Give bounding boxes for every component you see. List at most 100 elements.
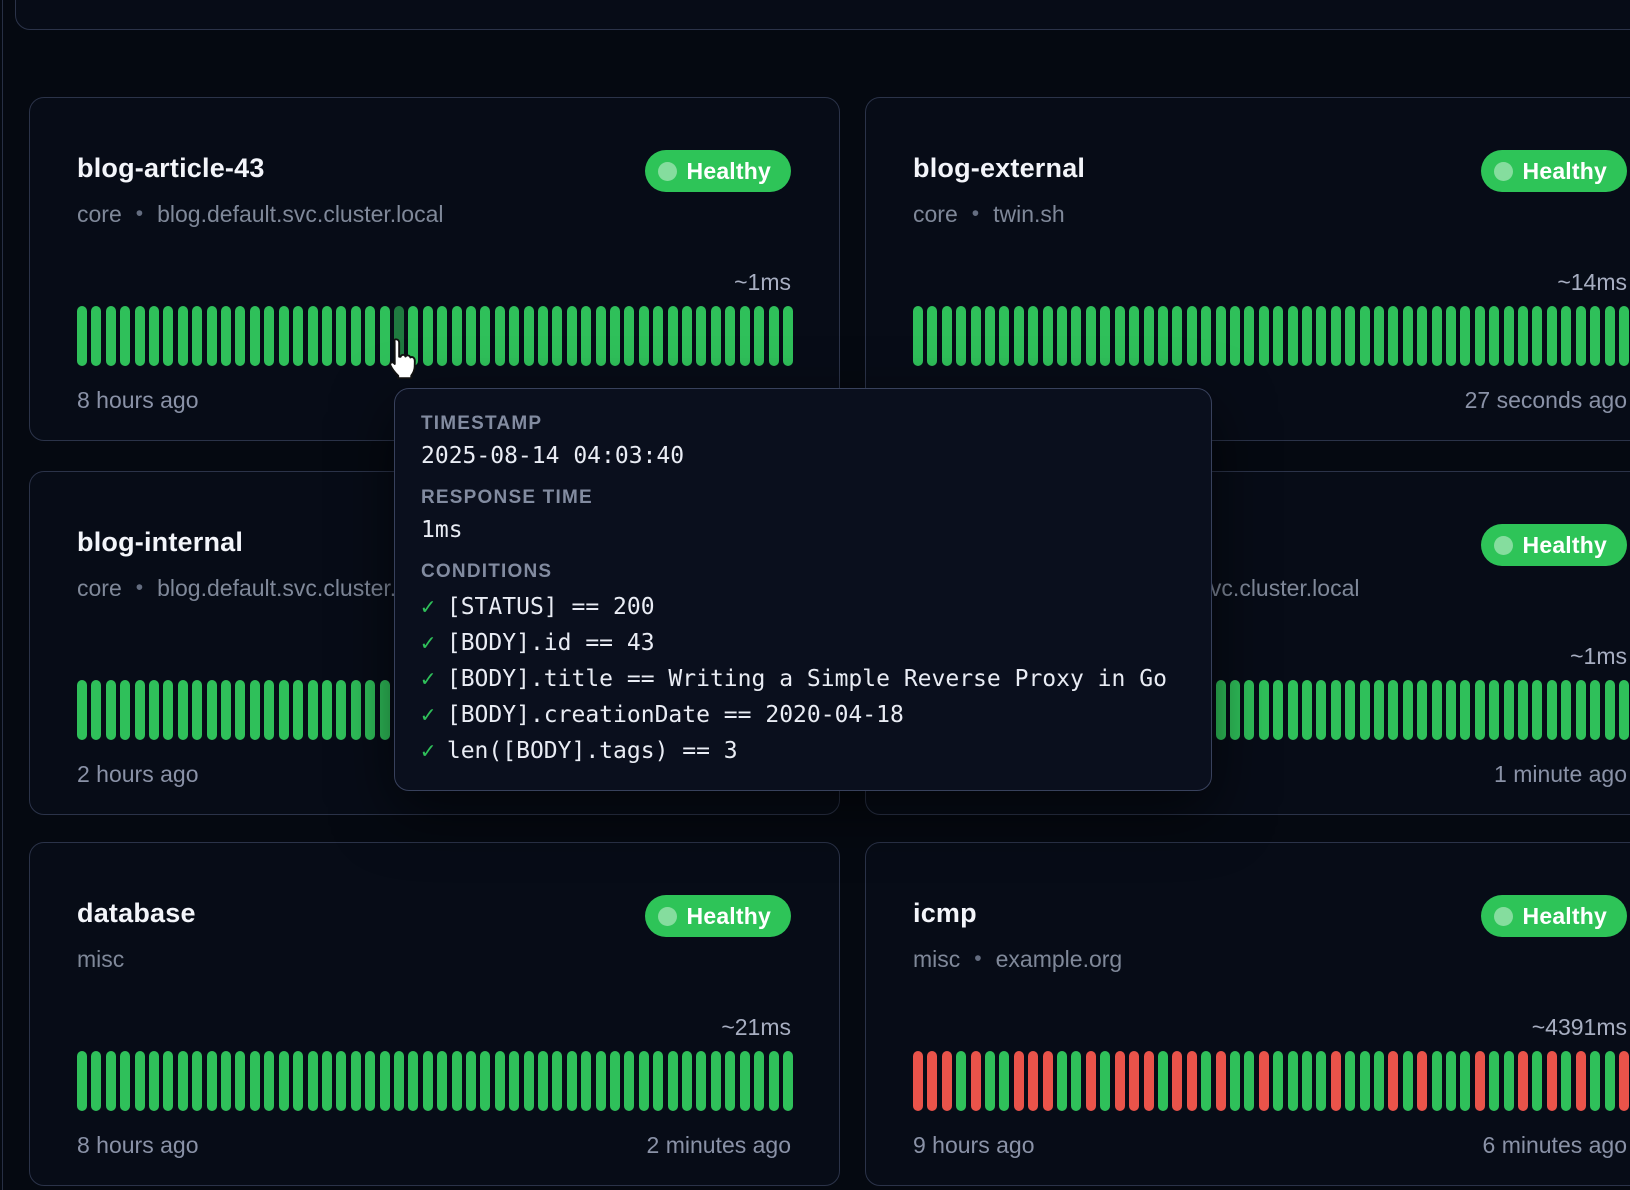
uptime-bar[interactable] [1388,680,1398,740]
uptime-bar[interactable] [1561,1051,1571,1111]
uptime-bar[interactable] [1216,1051,1226,1111]
uptime-bar[interactable] [668,306,678,366]
uptime-bar[interactable] [1403,306,1413,366]
uptime-bar[interactable] [408,306,418,366]
uptime-bar[interactable] [1460,680,1470,740]
uptime-bar[interactable] [1432,680,1442,740]
uptime-bar[interactable] [509,1051,519,1111]
uptime-bar[interactable] [178,1051,188,1111]
uptime-bar[interactable] [999,306,1009,366]
uptime-bar[interactable] [1561,306,1571,366]
uptime-bar[interactable] [1576,306,1586,366]
uptime-bar[interactable] [1547,306,1557,366]
uptime-bar[interactable] [1460,1051,1470,1111]
uptime-bar[interactable] [985,1051,995,1111]
uptime-bar[interactable] [1100,1051,1110,1111]
uptime-bar[interactable] [423,306,433,366]
uptime-bar[interactable] [754,306,764,366]
uptime-bar[interactable] [1331,1051,1341,1111]
uptime-bar[interactable] [1201,306,1211,366]
uptime-bar[interactable] [624,1051,634,1111]
uptime-bar[interactable] [221,680,231,740]
uptime-bar[interactable] [135,680,145,740]
uptime-bar[interactable] [1417,680,1427,740]
uptime-bar[interactable] [1518,1051,1528,1111]
uptime-bar[interactable] [1014,1051,1024,1111]
uptime-bar[interactable] [682,1051,692,1111]
uptime-bar[interactable] [1345,680,1355,740]
uptime-bar[interactable] [682,306,692,366]
uptime-bar[interactable] [1071,306,1081,366]
uptime-bar[interactable] [77,1051,87,1111]
uptime-bar[interactable] [956,306,966,366]
uptime-bar[interactable] [971,306,981,366]
uptime-bar[interactable] [581,306,591,366]
uptime-bar[interactable] [1057,1051,1067,1111]
uptime-bar[interactable] [466,1051,476,1111]
uptime-bar[interactable] [1086,1051,1096,1111]
uptime-bar[interactable] [1403,680,1413,740]
uptime-bar[interactable] [1374,306,1384,366]
uptime-bar[interactable] [394,306,404,366]
uptime-bar[interactable] [696,306,706,366]
endpoint-card-database[interactable]: databasemiscHealthy~21ms8 hours ago2 min… [29,842,840,1186]
uptime-bar[interactable] [610,1051,620,1111]
uptime-bar[interactable] [235,306,245,366]
uptime-bar[interactable] [942,1051,952,1111]
uptime-bar[interactable] [264,680,274,740]
uptime-bar[interactable] [365,680,375,740]
uptime-bar[interactable] [495,1051,505,1111]
uptime-bar[interactable] [1619,1051,1629,1111]
uptime-bar[interactable] [1172,1051,1182,1111]
uptime-bar[interactable] [1432,306,1442,366]
uptime-bar[interactable] [927,1051,937,1111]
uptime-bar[interactable] [1230,1051,1240,1111]
uptime-bar[interactable] [1547,1051,1557,1111]
uptime-bar[interactable] [1403,1051,1413,1111]
uptime-bar[interactable] [437,1051,447,1111]
uptime-bar[interactable] [1331,306,1341,366]
uptime-bar[interactable] [1532,306,1542,366]
uptime-bar[interactable] [1316,1051,1326,1111]
uptime-bar[interactable] [567,1051,577,1111]
uptime-bar[interactable] [1144,306,1154,366]
uptime-bar[interactable] [279,680,289,740]
uptime-bar[interactable] [351,1051,361,1111]
uptime-bar[interactable] [1115,1051,1125,1111]
uptime-bar[interactable] [437,306,447,366]
uptime-bar[interactable] [1446,1051,1456,1111]
uptime-bar[interactable] [1288,1051,1298,1111]
uptime-bar[interactable] [293,1051,303,1111]
uptime-bar[interactable] [913,1051,923,1111]
uptime-bar[interactable] [711,1051,721,1111]
uptime-bar[interactable] [1489,1051,1499,1111]
uptime-bar[interactable] [1216,680,1226,740]
uptime-bar[interactable] [308,306,318,366]
uptime-bar[interactable] [927,306,937,366]
uptime-bar[interactable] [279,1051,289,1111]
uptime-bar[interactable] [509,306,519,366]
uptime-bar[interactable] [250,306,260,366]
uptime-bar[interactable] [725,306,735,366]
uptime-bar[interactable] [1475,680,1485,740]
uptime-bar[interactable] [1590,1051,1600,1111]
uptime-bar[interactable] [1144,1051,1154,1111]
uptime-bar[interactable] [1187,306,1197,366]
uptime-bar[interactable] [192,306,202,366]
uptime-bar[interactable] [235,680,245,740]
uptime-bar[interactable] [1129,1051,1139,1111]
uptime-bar[interactable] [1374,1051,1384,1111]
uptime-bar[interactable] [250,1051,260,1111]
uptime-bar[interactable] [408,1051,418,1111]
uptime-bar[interactable] [1489,680,1499,740]
uptime-bar[interactable] [1504,1051,1514,1111]
uptime-bar[interactable] [985,306,995,366]
uptime-bar[interactable] [1489,306,1499,366]
uptime-bar[interactable] [596,306,606,366]
uptime-bar[interactable] [1201,1051,1211,1111]
uptime-bar[interactable] [1518,680,1528,740]
uptime-bar[interactable] [1216,306,1226,366]
card-cut-off-top[interactable] [15,0,1630,30]
uptime-bar[interactable] [91,306,101,366]
uptime-bar[interactable] [1043,306,1053,366]
